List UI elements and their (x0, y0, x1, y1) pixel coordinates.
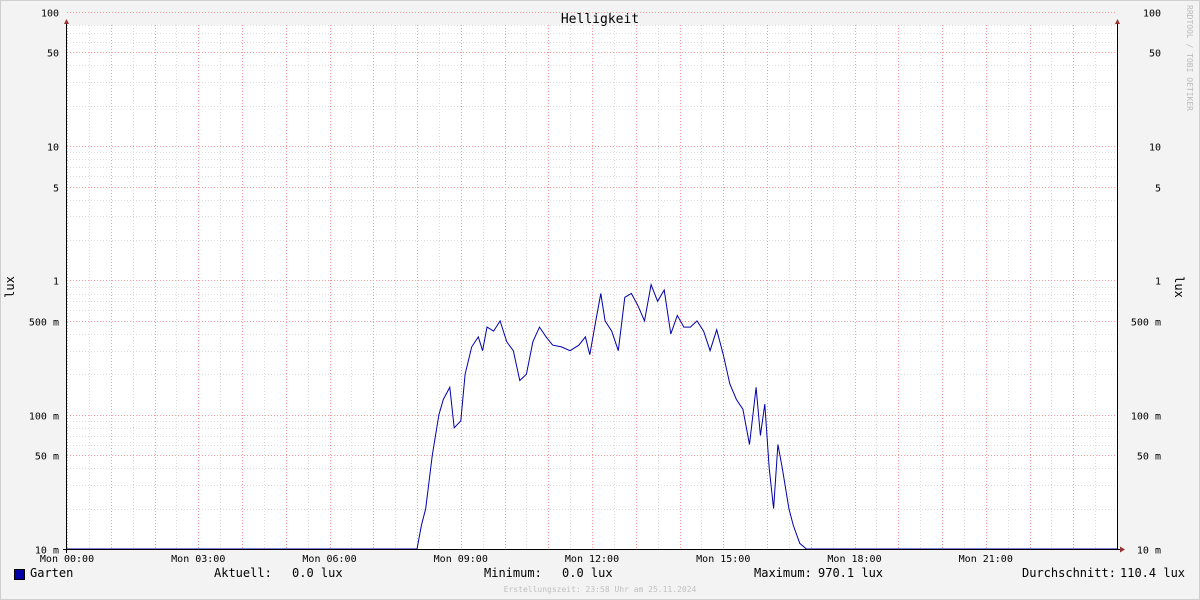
y-axis-arrow-right (1115, 19, 1120, 24)
y-axis-label-left: lux (3, 276, 17, 298)
footer-timestamp: Erstellungszeit: 23:58 Uhr am 25.11.2024 (504, 585, 697, 594)
y-tick-label-left: 50 (47, 49, 59, 60)
x-tick-label: Mon 12:00 (565, 554, 619, 565)
legend-swatch-garten (14, 569, 25, 580)
legend-avg-label: Durchschnitt: (1022, 566, 1116, 580)
y-tick-label-right: 10 (1149, 143, 1161, 154)
y-tick-label-right: 100 m (1131, 412, 1161, 423)
y-tick-label-right: 500 m (1131, 318, 1161, 329)
x-tick-label: Mon 09:00 (434, 554, 488, 565)
x-tick-label: Mon 15:00 (696, 554, 750, 565)
x-axis-arrow (1120, 546, 1125, 553)
y-tick-label-right: 50 m (1137, 452, 1161, 463)
legend-max-label: Maximum: (754, 566, 812, 580)
x-tick-label: Mon 00:00 (40, 554, 94, 565)
legend-current-value: 0.0 lux (292, 566, 343, 580)
y-tick-label-right: 50 (1149, 49, 1161, 60)
legend: Garten Aktuell: 0.0 lux Minimum: 0.0 lux… (0, 566, 1200, 584)
y-tick-label-right: 1 (1155, 277, 1161, 288)
x-tick-label: Mon 21:00 (959, 554, 1013, 565)
x-tick-label: Mon 06:00 (302, 554, 356, 565)
chart-svg: 10 m50 m100 m500 m1510501005001 k5 k10 k… (3, 5, 1194, 594)
y-tick-label-left: 5 (53, 184, 59, 195)
y-tick-label-left: 100 (41, 9, 59, 20)
y-tick-label-left: 100 m (29, 412, 59, 423)
x-tick-label: Mon 03:00 (171, 554, 225, 565)
y-tick-label-right: 5 (1155, 184, 1161, 195)
y-tick-label-left: 500 m (29, 318, 59, 329)
legend-avg-value: 110.4 lux (1120, 566, 1186, 580)
y-tick-label-left: 1 (53, 277, 59, 288)
y-axis-label-right: lux (1172, 276, 1186, 298)
y-tick-label-left: 50 m (35, 452, 59, 463)
y-tick-label-left: 10 (47, 143, 59, 154)
legend-min-value: 0.0 lux (562, 566, 613, 580)
y-axis-arrow-left (64, 19, 69, 24)
y-tick-label-right: 100 (1143, 9, 1161, 20)
watermark: RRDTOOL / TOBI OETIKER (1185, 5, 1194, 111)
legend-max-value: 970.1 lux (818, 566, 884, 580)
legend-current-label: Aktuell: (214, 566, 272, 580)
x-tick-labels: Mon 00:00 Mon 03:00 Mon 06:00 Mon 09:00 Mon … (40, 554, 1013, 565)
x-tick-label: Mon 18:00 (827, 554, 881, 565)
legend-min-label: Minimum: (484, 566, 542, 580)
chart-title: Helligkeit (561, 12, 639, 27)
y-tick-label-right: 10 m (1137, 546, 1161, 557)
y-tick-labels-right: 10 m50 m100 m500 m1510501005001 k5 k10 k… (1131, 9, 1161, 557)
legend-series-label: Garten (30, 566, 74, 580)
y-tick-labels-left: 10 m50 m100 m500 m1510501005001 k5 k10 k… (29, 9, 59, 557)
